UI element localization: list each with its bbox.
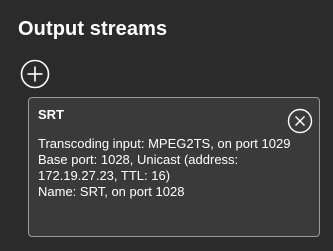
stream-name-port-text: Name: SRT, on port 1028	[38, 184, 185, 199]
remove-stream-button[interactable]	[287, 108, 313, 134]
stream-card[interactable]: SRT Transcoding input: MPEG2TS, on port …	[28, 97, 320, 237]
page-title: Output streams	[18, 18, 168, 40]
close-circle-icon	[287, 108, 313, 134]
stream-details: Transcoding input: MPEG2TS, on port 1029…	[38, 136, 300, 200]
base-port-text: Base port: 1028, Unicast (address: 172.1…	[38, 152, 239, 183]
stream-name: SRT	[38, 107, 64, 122]
plus-circle-icon	[20, 59, 50, 89]
add-stream-button[interactable]	[20, 59, 50, 89]
output-streams-panel: Output streams SRT Transcoding input: MP…	[0, 0, 333, 251]
transcoding-input-text: Transcoding input: MPEG2TS, on port 1029	[38, 136, 291, 151]
